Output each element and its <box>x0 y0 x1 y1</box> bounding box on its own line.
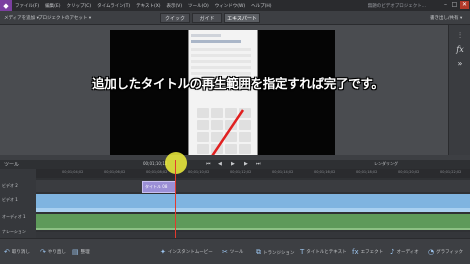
phone-row <box>191 54 251 57</box>
preview-monitor <box>110 30 335 156</box>
ruler-tick: 00;01;06;02 <box>104 170 126 174</box>
tab-quick[interactable]: クイック <box>160 13 190 23</box>
track-label-audio1: オーディオ 1 <box>2 214 26 219</box>
video1-audio-strip <box>36 208 470 212</box>
tools-button[interactable]: ✂ ツール <box>222 248 243 256</box>
title-clip[interactable]: タイトル 08 <box>142 181 176 193</box>
ruler-tick: 00;01;14;02 <box>272 170 294 174</box>
step-forward-icon[interactable]: ▶ <box>244 161 248 167</box>
tab-guided[interactable]: ガイド <box>192 13 222 23</box>
audio-button[interactable]: ♪ オーディオ <box>390 248 419 256</box>
undo-icon: ↶ <box>4 248 10 256</box>
menu-timeline[interactable]: タイムライン(T) <box>94 3 133 9</box>
ruler-tick: 00;01;16;02 <box>314 170 336 174</box>
tools-label[interactable]: ツール <box>4 161 19 168</box>
track-headers: ビデオ 2 ビデオ 1 オーディオ 1 ナレーション <box>0 169 36 238</box>
mode-bar: メディアを追加 ▾ プロジェクトのアセット ▾ クイック ガイド エキスパート … <box>0 11 470 25</box>
mouse-cursor-highlight <box>165 152 187 174</box>
instant-movie-icon: ✦ <box>160 248 166 256</box>
right-panel: ⫶ fx » <box>448 25 470 160</box>
export-share-dropdown[interactable]: 書き出し/共有 ▾ <box>430 15 462 21</box>
audio1-clip[interactable] <box>36 214 470 228</box>
rewind-icon[interactable]: ⏮ <box>206 161 211 167</box>
redo-icon: ↷ <box>40 248 46 256</box>
menu-tools[interactable]: ツール(O) <box>185 3 212 9</box>
effects-icon: fx <box>352 248 359 256</box>
fx-icon[interactable]: fx <box>454 45 466 55</box>
audio-icon: ♪ <box>390 248 395 256</box>
menu-clip[interactable]: クリップ(C) <box>63 3 94 9</box>
title-clip-label: タイトル 08 <box>145 184 168 189</box>
phone-keypad <box>197 108 251 154</box>
ruler-tick: 00;01;22;02 <box>440 170 462 174</box>
titles-button[interactable]: T タイトルとテキスト <box>300 248 347 256</box>
video1-clip[interactable] <box>36 194 470 208</box>
close-icon[interactable]: ✕ <box>460 1 469 9</box>
graphics-button[interactable]: ◔ グラフィック <box>428 248 463 256</box>
phone-header <box>191 40 241 43</box>
playhead[interactable] <box>175 160 176 238</box>
maximize-icon[interactable]: □ <box>450 1 459 9</box>
add-media-dropdown[interactable]: メディアを追加 ▾ <box>4 15 39 21</box>
menu-bar: ◆ ファイル(F) 編集(E) クリップ(C) タイムライン(T) テキスト(X… <box>0 0 470 11</box>
ruler-tick: 00;01;10;02 <box>188 170 210 174</box>
phone-row <box>191 60 251 63</box>
menu-window[interactable]: ウィンドウ(W) <box>212 3 248 9</box>
instant-movie-button[interactable]: ✦ インスタントムービー <box>160 248 213 256</box>
step-back-icon[interactable]: ◀ <box>218 161 222 167</box>
transport-bar: ツール 00;01;10;12 ⏮ ◀ ▶ ▶ ⏭ レンダリング <box>0 160 470 169</box>
minimize-icon[interactable]: – <box>441 1 450 9</box>
tab-expert[interactable]: エキスパート <box>224 13 260 23</box>
ruler-tick: 00;01;04;02 <box>62 170 84 174</box>
end-icon[interactable]: ⏭ <box>256 161 261 167</box>
render-button[interactable]: レンダリング <box>374 161 398 167</box>
menu-file[interactable]: ファイル(F) <box>12 3 42 9</box>
menu-view[interactable]: 表示(V) <box>164 3 186 9</box>
timecode-display: 00;01;10;12 <box>143 161 168 166</box>
transitions-button[interactable]: ⧉ トランジション <box>256 248 295 257</box>
adjust-icon[interactable]: ⫶ <box>454 31 466 41</box>
app-logo: ◆ <box>0 0 12 11</box>
track-label-narration: ナレーション <box>2 229 26 234</box>
audio1-waveform <box>36 228 470 230</box>
tools-icon: ✂ <box>222 248 228 256</box>
more-icon[interactable]: » <box>454 59 466 69</box>
ruler-tick: 00;01;12;02 <box>230 170 252 174</box>
ruler-tick: 00;01;18;02 <box>356 170 378 174</box>
ruler-tick: 00;01;08;02 <box>146 170 168 174</box>
effects-button[interactable]: fx エフェクト <box>352 248 383 256</box>
instruction-caption: 追加したタイトルの再生範囲を指定すれば完了です。 <box>92 76 384 91</box>
titles-icon: T <box>300 248 305 256</box>
ruler-tick: 00;01;20;02 <box>398 170 420 174</box>
project-assets-dropdown[interactable]: プロジェクトのアセット ▾ <box>38 15 91 21</box>
timeline-ruler[interactable]: 00;01;04;02 00;01;06;02 00;01;08;02 00;0… <box>36 169 470 178</box>
menu-text[interactable]: テキスト(X) <box>133 3 163 9</box>
redo-button[interactable]: ↷ やり直し <box>40 248 66 256</box>
organizer-button[interactable]: ▤ 整理 <box>72 248 90 256</box>
phone-row <box>191 66 251 69</box>
track-label-video1: ビデオ 1 <box>2 197 18 202</box>
menu-edit[interactable]: 編集(E) <box>42 3 63 9</box>
phone-screen-preview <box>188 30 258 156</box>
monitor-panel <box>0 25 448 160</box>
bottom-toolbar: ↶ 取り消し ↷ やり直し ▤ 整理 ✦ インスタントムービー ✂ ツール ⧉ トランジショ… <box>0 238 470 264</box>
organizer-icon: ▤ <box>72 248 79 256</box>
track-label-video2: ビデオ 2 <box>2 183 18 188</box>
play-icon[interactable]: ▶ <box>231 161 235 167</box>
transitions-icon: ⧉ <box>256 248 261 256</box>
phone-row <box>191 48 251 51</box>
menu-help[interactable]: ヘルプ(H) <box>248 3 274 9</box>
video2-lane[interactable] <box>36 180 470 192</box>
phone-status-bar <box>191 34 221 37</box>
graphics-icon: ◔ <box>428 248 435 256</box>
timeline-tracks[interactable] <box>36 178 470 238</box>
undo-button[interactable]: ↶ 取り消し <box>4 248 30 256</box>
